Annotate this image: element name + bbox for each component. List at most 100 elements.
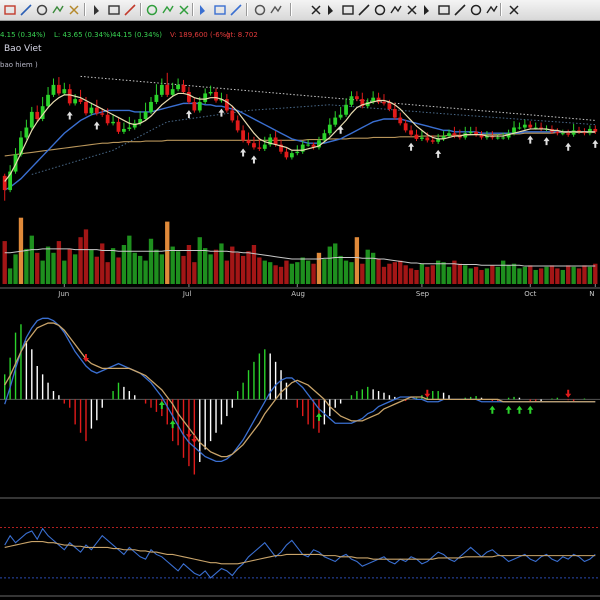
horizontal-line-button[interactable] [356,2,372,19]
candle-body [143,111,148,119]
volume-bar [7,268,13,284]
print-button[interactable] [34,2,50,19]
toolbar-separator [140,3,142,16]
volume-bar [408,268,414,284]
zoom-fit-icon [179,5,189,15]
text-button[interactable] [436,2,452,19]
trendline-button[interactable] [324,2,340,19]
volume-bar [203,248,208,284]
volume-bar [441,262,446,284]
rectangle-button[interactable] [404,2,420,19]
volume-bar [219,243,224,284]
candle-body [241,130,246,141]
ray-button[interactable] [340,2,356,19]
draw-line-button[interactable] [90,2,106,19]
grid-icon [254,4,266,16]
candle-body [306,144,311,146]
volume-bar [159,254,165,284]
macd-buy-arrow [315,412,322,421]
volume-bar [83,229,89,284]
volume-bar [419,263,425,284]
zoom-in-button[interactable] [160,2,176,19]
volume-bar [78,237,83,284]
eraser-button[interactable] [122,2,138,19]
save-icon [20,4,32,16]
volume-bar [354,237,360,284]
volume-bar [522,266,528,284]
ellipse-button[interactable] [420,2,436,19]
volume-bar [235,252,240,284]
candle-body [420,137,424,139]
zoom-out-button[interactable] [144,2,160,19]
candle-body [403,123,408,131]
volume-bar [56,241,62,284]
gann-button[interactable] [484,2,500,19]
volume-bar [262,260,267,284]
candle-body [262,144,267,149]
candle-body [392,109,397,118]
cross-button[interactable] [50,2,66,19]
volume-bar [132,252,137,284]
volume-bar [127,235,132,284]
chart-wizard-button[interactable] [66,2,82,19]
channel-button[interactable] [388,2,404,19]
arrow-button[interactable] [468,2,484,19]
grid-button[interactable] [252,2,268,19]
macd-buy-arrow [158,401,165,409]
buy-signal-arrow [66,111,73,120]
candle-body [197,101,202,111]
candle-body [571,130,576,135]
period-button[interactable] [212,2,228,19]
fibonacci-button[interactable] [452,2,468,19]
settings-button[interactable] [268,2,284,19]
save-button[interactable] [18,2,34,19]
volume-bar [170,246,175,284]
buy-signal-arrow [240,148,247,157]
new-chart-icon [4,5,16,15]
candle-body [100,113,105,115]
measure-button[interactable] [506,2,522,19]
volume-bar [35,252,40,284]
volume-bar [62,260,67,284]
zoom-fit-button[interactable] [176,2,192,19]
candle-body [387,103,392,110]
candle-body [127,127,132,129]
candle-body [349,96,354,105]
volume-bar [560,269,565,284]
volume-bar [240,255,246,284]
volume-bar [463,265,468,284]
refresh-button[interactable] [228,2,244,19]
new-chart-button[interactable] [2,2,18,19]
macd-buy-arrow [169,420,176,429]
pencil-button[interactable] [106,2,122,19]
oscillator-line [4,527,596,579]
quote-info-item: 4.15 (0.34%) [0,31,46,39]
volume-bar [154,249,159,284]
cursor-button[interactable] [308,2,324,19]
candle-body [246,140,251,144]
volume-bar [143,260,148,284]
candle-body [67,89,72,104]
volume-bar [305,260,311,284]
candle-body [192,101,197,111]
buy-signal-arrow [565,142,572,151]
chart-area[interactable]: 4.15 (0.34%) L: 43.65 (0.34%)44.15 (0.34%… [0,20,600,600]
cycle-button[interactable] [196,2,212,19]
print-icon [36,4,48,16]
fibonacci-icon [454,4,466,16]
toolbar [0,0,600,21]
vertical-line-button[interactable] [372,2,388,19]
volume-bar [349,262,354,284]
draw-line-icon [94,5,99,15]
volume-bar [365,249,370,284]
candle-body [165,84,170,95]
volume-bar [29,235,34,284]
zoom-in-icon [162,5,174,14]
quote-info-item: L: 43.65 (0.34%) [54,31,113,39]
volume-bar [224,260,230,284]
candle-body [78,99,83,102]
toolbar-separator [290,3,292,16]
refresh-icon [230,4,242,16]
macd-buy-arrow [527,405,534,414]
volume-bar [175,251,181,284]
